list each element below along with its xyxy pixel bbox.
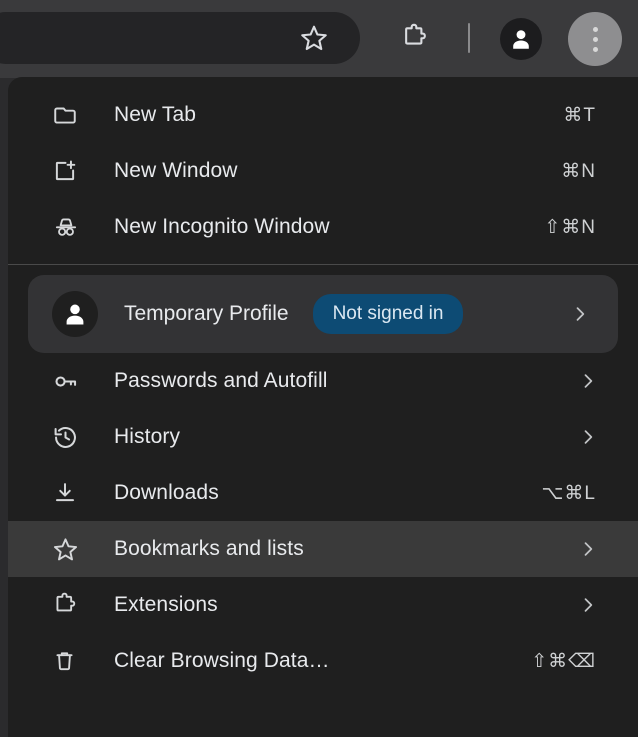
trash-icon: [52, 648, 86, 674]
extensions-toolbar-button[interactable]: [392, 17, 436, 59]
star-icon: [301, 25, 327, 51]
menu-item-new-tab[interactable]: New Tab ⌘T: [8, 87, 638, 143]
menu-item-downloads[interactable]: Downloads ⌥⌘L: [8, 465, 638, 521]
menu-item-shortcut: ⇧⌘N: [544, 216, 596, 238]
menu-item-bookmarks-and-lists[interactable]: Bookmarks and lists: [8, 521, 638, 577]
chevron-right-icon: [578, 427, 598, 447]
menu-item-label: New Tab: [114, 103, 197, 126]
puzzle-icon: [405, 23, 426, 45]
chevron-right-icon: [570, 304, 590, 324]
menu-item-shortcut: ⌥⌘L: [541, 482, 596, 504]
menu-item-shortcut: ⇧⌘⌫: [531, 650, 596, 672]
menu-item-new-window[interactable]: New Window ⌘N: [8, 143, 638, 199]
profile-avatar: [52, 291, 98, 337]
menu-item-label: New Incognito Window: [114, 215, 330, 238]
three-dots-icon: [568, 12, 622, 66]
menu-item-label: Clear Browsing Data…: [114, 649, 330, 672]
profile-avatar-button[interactable]: [498, 16, 544, 62]
menu-item-shortcut: ⌘T: [563, 104, 596, 126]
star-icon: [52, 536, 86, 563]
avatar: [500, 18, 542, 60]
chevron-right-icon: [578, 539, 598, 559]
menu-item-label: New Window: [114, 159, 238, 182]
menu-item-label: History: [114, 425, 181, 448]
menu-item-profile[interactable]: Temporary Profile Not signed in: [28, 275, 618, 353]
person-icon: [513, 30, 529, 49]
toolbar-divider: [468, 23, 470, 53]
menu-item-label: Downloads: [114, 481, 219, 504]
puzzle-icon: [52, 592, 86, 619]
chrome-main-menu: New Tab ⌘T New Window ⌘N New Incognito W…: [8, 77, 638, 737]
menu-item-clear-browsing-data[interactable]: Clear Browsing Data… ⇧⌘⌫: [8, 633, 638, 689]
menu-item-new-incognito-window[interactable]: New Incognito Window ⇧⌘N: [8, 199, 638, 255]
new-window-icon: [52, 158, 86, 184]
menu-item-passwords-and-autofill[interactable]: Passwords and Autofill: [8, 353, 638, 409]
history-icon: [52, 424, 86, 451]
menu-item-label: Extensions: [114, 593, 218, 616]
download-icon: [52, 480, 86, 506]
bookmark-star-button[interactable]: [292, 17, 336, 59]
incognito-icon: [52, 214, 86, 240]
menu-item-label: Bookmarks and lists: [114, 537, 304, 560]
menu-item-history[interactable]: History: [8, 409, 638, 465]
menu-item-shortcut: ⌘N: [561, 160, 596, 182]
new-tab-icon: [52, 102, 86, 128]
menu-separator: [8, 264, 638, 265]
key-icon: [52, 368, 86, 395]
person-icon: [66, 304, 84, 325]
chrome-menu-button[interactable]: [568, 10, 622, 68]
chevron-right-icon: [578, 371, 598, 391]
browser-toolbar: [0, 0, 638, 78]
profile-name: Temporary Profile: [124, 302, 289, 325]
menu-item-extensions[interactable]: Extensions: [8, 577, 638, 633]
menu-item-label: Passwords and Autofill: [114, 369, 328, 392]
chevron-right-icon: [578, 595, 598, 615]
browser-window: New Tab ⌘T New Window ⌘N New Incognito W…: [0, 0, 638, 737]
status-badge: Not signed in: [312, 294, 464, 334]
